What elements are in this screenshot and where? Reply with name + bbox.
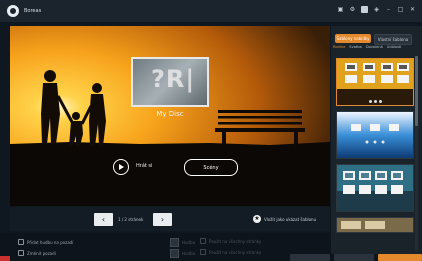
- scroll-thumb[interactable]: [415, 56, 418, 126]
- music-disabled-option: Hudba: [170, 238, 195, 247]
- template-scrollbar[interactable]: [415, 56, 418, 251]
- maximize-icon[interactable]: □: [397, 6, 404, 13]
- apply-all-label-2: Použít na všechny stránky: [209, 249, 262, 255]
- save-as-template-label[interactable]: Vložit jako ukázat šablonu: [264, 217, 316, 222]
- change-background-label: Změnit pozadí: [27, 250, 56, 256]
- disc-thumbnail-glyph: ?R|: [151, 65, 196, 93]
- sticker-icon[interactable]: ◈: [373, 6, 380, 13]
- change-background-option[interactable]: Změnit pozadí: [18, 250, 56, 256]
- template-thumbnail[interactable]: [336, 164, 414, 212]
- corner-marker: [0, 256, 10, 261]
- window-controls: ▣ ⚙ ◈ – □ ✕: [337, 6, 416, 13]
- close-icon[interactable]: ✕: [409, 6, 416, 13]
- change-background-checkbox[interactable]: [18, 250, 24, 256]
- minimize-icon[interactable]: –: [385, 6, 392, 13]
- monitor-icon[interactable]: ▣: [337, 6, 344, 13]
- category-wedding[interactable]: Svatba: [349, 45, 362, 49]
- gear-icon[interactable]: ⚙: [349, 6, 356, 13]
- page-indicator: 1 / 2 stránek: [118, 217, 144, 222]
- scenes-button[interactable]: Scény: [184, 159, 238, 176]
- apply-all-checkbox: [200, 238, 206, 244]
- background-music-label: Přidat hudbu na pozadí: [27, 239, 74, 245]
- template-thumbnail[interactable]: [336, 58, 414, 106]
- preview-button[interactable]: [334, 254, 374, 261]
- play-icon[interactable]: [113, 159, 129, 175]
- menu-preview: ?R| My Disc Hrát si Scény: [10, 26, 330, 206]
- music-disabled-label-2: Hudba: [182, 251, 196, 256]
- info-icon[interactable]: [361, 6, 368, 13]
- back-button[interactable]: [290, 254, 330, 261]
- pagination-bar: ‹ 1 / 2 stránek › ★ Vložit jako ukázat š…: [10, 207, 330, 231]
- app-title: Boreas: [24, 8, 42, 14]
- title-bar: Boreas ▣ ⚙ ◈ – □ ✕: [0, 0, 422, 22]
- category-family[interactable]: Rodina: [333, 45, 345, 49]
- template-sidebar: Šablony nabídky Vlastní šablona Rodina S…: [331, 26, 422, 254]
- template-thumbnail-art: [337, 165, 413, 211]
- apply-all-checkbox-2: [200, 249, 206, 255]
- template-thumbnail-art: [337, 218, 413, 232]
- apply-all-disabled-option: Použít na všechny stránky: [200, 238, 261, 244]
- disc-title[interactable]: My Disc: [145, 110, 195, 118]
- music-file-icon-2: [170, 249, 179, 258]
- category-holiday[interactable]: Dovolená: [366, 45, 383, 49]
- apply-all-disabled-option-2: Použít na všechny stránky: [200, 249, 261, 255]
- background-music-option[interactable]: Přidat hudbu na pozadí: [18, 239, 73, 245]
- tab-custom-template[interactable]: Vlastní šablona: [374, 34, 412, 45]
- template-thumbnail[interactable]: [336, 111, 414, 159]
- next-step-button[interactable]: [378, 254, 422, 261]
- template-thumbnail[interactable]: [336, 217, 414, 233]
- background-music-checkbox[interactable]: [18, 239, 24, 245]
- category-events[interactable]: Události: [387, 45, 402, 49]
- app-logo-icon: [7, 5, 19, 17]
- template-categories: Rodina Svatba Dovolená Události: [333, 45, 401, 49]
- apply-all-label: Použít na všechny stránky: [209, 238, 262, 244]
- template-tabs: Šablony nabídky Vlastní šablona: [335, 34, 412, 45]
- template-dots: [369, 100, 382, 103]
- music-disabled-option-2: Hudba: [170, 249, 195, 258]
- star-icon[interactable]: ★: [253, 215, 261, 223]
- template-thumbnail-art: [337, 112, 413, 158]
- next-page-button[interactable]: ›: [153, 213, 172, 226]
- music-disabled-label: Hudba: [182, 240, 196, 245]
- play-label[interactable]: Hrát si: [136, 163, 152, 169]
- music-file-icon: [170, 238, 179, 247]
- tab-menu-templates[interactable]: Šablony nabídky: [335, 34, 371, 43]
- disc-thumbnail[interactable]: ?R|: [131, 57, 209, 107]
- prev-page-button[interactable]: ‹: [94, 213, 113, 226]
- template-thumbnail-art: [337, 59, 413, 105]
